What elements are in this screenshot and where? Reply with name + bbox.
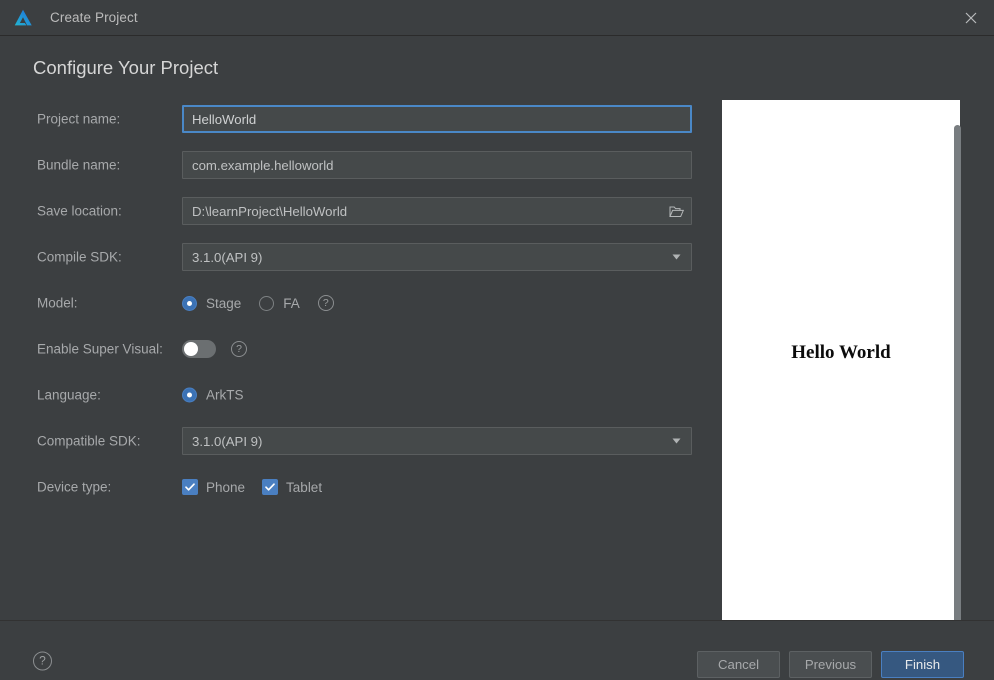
bundle-name-label: Bundle name: (37, 157, 121, 173)
form-row-language: Language: ArkTS (0, 372, 710, 418)
save-location-label: Save location: (37, 203, 122, 219)
footer-button-group: Cancel Previous Finish (697, 651, 964, 678)
device-type-checkbox-group: Phone Tablet (182, 479, 339, 495)
checkbox-checked-icon (262, 479, 279, 495)
compatible-sdk-dropdown-button[interactable] (661, 428, 691, 454)
model-radio-group: Stage FA ? (182, 295, 334, 311)
folder-open-icon (668, 206, 684, 217)
close-icon (965, 12, 977, 23)
super-visual-toggle[interactable] (182, 340, 216, 358)
cancel-button[interactable]: Cancel (697, 651, 780, 678)
checkbox-device-phone[interactable]: Phone (182, 479, 245, 495)
form-row-model: Model: Stage FA ? (0, 280, 710, 326)
form-row-compile-sdk: Compile SDK: (0, 234, 710, 280)
radio-language-arkts[interactable]: ArkTS (182, 387, 244, 403)
bundle-name-input[interactable] (182, 151, 692, 179)
toggle-knob (184, 342, 198, 356)
finish-button[interactable]: Finish (881, 651, 964, 678)
model-label: Model: (37, 295, 78, 311)
checkbox-device-tablet-label: Tablet (286, 479, 323, 495)
radio-model-fa[interactable]: FA (259, 295, 300, 311)
deveco-triangle-logo-icon (14, 9, 32, 25)
bundle-name-field-wrap (182, 151, 692, 179)
form-row-project-name: Project name: (0, 96, 710, 142)
checkbox-device-phone-label: Phone (206, 479, 246, 495)
chevron-down-icon (672, 438, 680, 444)
window-titlebar: Create Project (0, 0, 994, 36)
radio-unselected-icon (259, 295, 275, 311)
save-location-input[interactable] (182, 197, 692, 225)
radio-selected-icon (182, 387, 197, 403)
close-window-button[interactable] (948, 0, 994, 35)
super-visual-help-icon[interactable]: ? (231, 341, 247, 357)
chevron-down-icon (672, 254, 680, 260)
compile-sdk-select[interactable] (182, 243, 692, 271)
preview-scrollbar[interactable] (954, 125, 961, 632)
dialog-footer: ? Cancel Previous Finish (0, 620, 994, 680)
project-name-label: Project name: (37, 111, 121, 127)
previous-button[interactable]: Previous (789, 651, 872, 678)
form-row-bundle-name: Bundle name: (0, 142, 710, 188)
form-row-save-location: Save location: (0, 188, 710, 234)
radio-model-fa-label: FA (283, 295, 300, 311)
check-mark-icon (185, 483, 195, 491)
checkbox-checked-icon (182, 479, 198, 495)
form-row-device-type: Device type: Phone Tablet (0, 464, 710, 510)
browse-folder-button[interactable] (661, 198, 691, 224)
super-visual-controls: ? (182, 340, 247, 358)
dialog-body: Configure Your Project Project name: Bun… (0, 36, 994, 642)
save-location-field-wrap (182, 197, 692, 225)
model-help-icon[interactable]: ? (317, 295, 334, 311)
project-name-input[interactable] (182, 105, 692, 133)
project-name-field-wrap (182, 105, 692, 133)
checkbox-device-tablet[interactable]: Tablet (262, 479, 322, 495)
radio-model-stage-label: Stage (206, 295, 242, 311)
compatible-sdk-field-wrap (182, 427, 692, 455)
check-mark-icon (265, 483, 275, 491)
radio-selected-icon (182, 295, 197, 311)
compile-sdk-field-wrap (182, 243, 692, 271)
page-title: Configure Your Project (33, 57, 219, 78)
radio-model-stage[interactable]: Stage (182, 295, 242, 311)
window-title: Create Project (50, 10, 138, 25)
template-preview-panel: Hello World (722, 100, 960, 642)
compatible-sdk-label: Compatible SDK: (37, 433, 141, 449)
language-label: Language: (37, 387, 101, 403)
project-config-form: Project name: Bundle name: Save location… (0, 96, 710, 510)
compile-sdk-label: Compile SDK: (37, 249, 122, 265)
preview-hello-world-text: Hello World (791, 342, 891, 363)
language-radio-group: ArkTS (182, 387, 262, 403)
compatible-sdk-select[interactable] (182, 427, 692, 455)
radio-language-arkts-label: ArkTS (206, 387, 244, 403)
footer-help-icon[interactable]: ? (33, 651, 52, 671)
super-visual-label: Enable Super Visual: (37, 341, 163, 357)
device-type-label: Device type: (37, 479, 112, 495)
form-row-compatible-sdk: Compatible SDK: (0, 418, 710, 464)
compile-sdk-dropdown-button[interactable] (661, 244, 691, 270)
form-row-super-visual: Enable Super Visual: ? (0, 326, 710, 372)
